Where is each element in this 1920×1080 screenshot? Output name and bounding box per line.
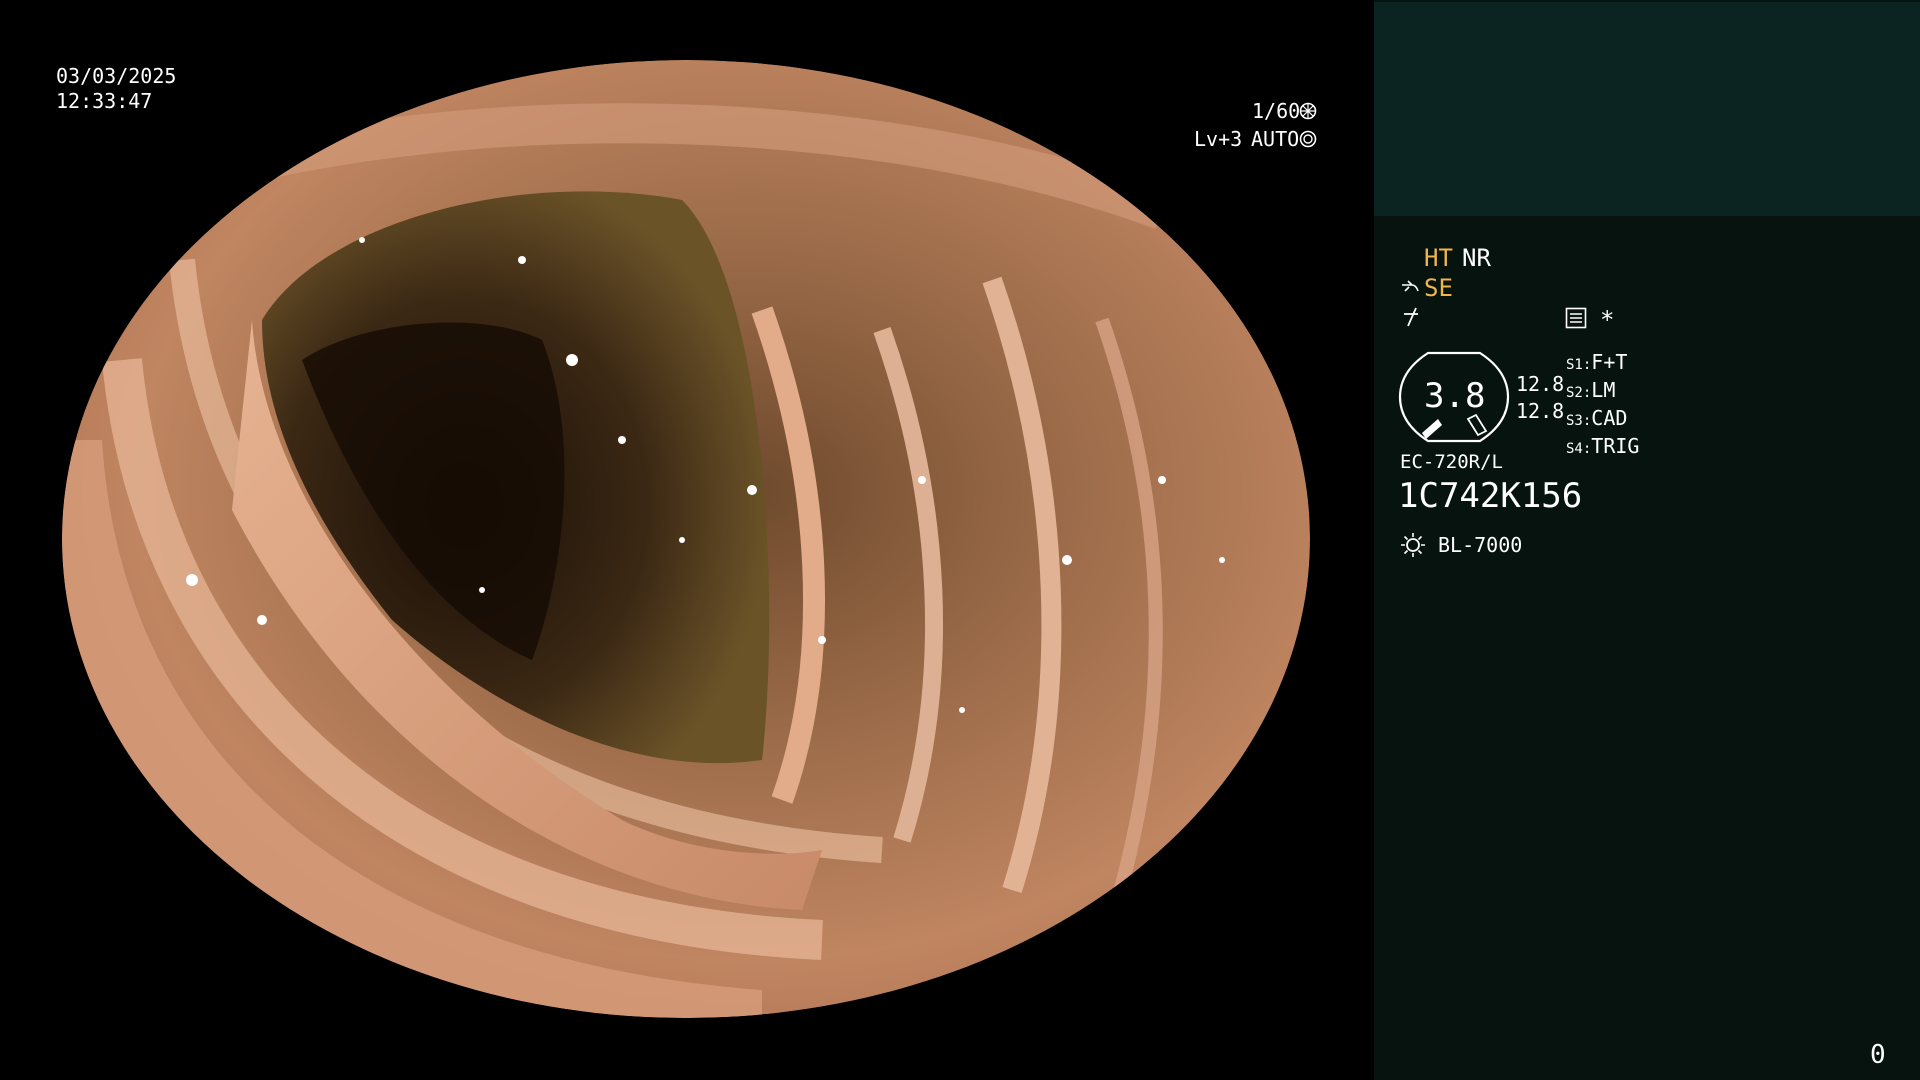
- switch-row-s1: S1:F+T: [1566, 350, 1628, 374]
- switch-row-s4: S4:TRIG: [1566, 434, 1640, 458]
- settings-list-icon: [1565, 307, 1587, 333]
- readout-lower: 12.8: [1516, 399, 1565, 423]
- aperture-icon: [1299, 102, 1317, 124]
- switch-row-s2: S2:LM: [1566, 378, 1616, 402]
- colon-lumen-image: [62, 60, 1310, 1018]
- panel-header-area: [1374, 2, 1920, 216]
- scope-serial: 1C742K156: [1398, 476, 1583, 516]
- switch-value: CAD: [1591, 406, 1628, 430]
- level-readout: Lv+3: [1194, 127, 1243, 151]
- gauge-value: 3.8: [1424, 376, 1486, 416]
- switch-value: TRIG: [1591, 434, 1640, 458]
- switch-row-s3: S3:CAD: [1566, 406, 1628, 430]
- ht-indicator: HT: [1424, 244, 1453, 272]
- iris-mode-readout: AUTO: [1251, 127, 1300, 151]
- time-readout: 12:33:47: [56, 89, 153, 113]
- asterisk-indicator: *: [1600, 306, 1615, 334]
- endoscope-image: [62, 60, 1310, 1018]
- nr-indicator: NR: [1462, 244, 1491, 272]
- image-counter: 0: [1870, 1040, 1886, 1070]
- freeze-icon: [1402, 305, 1422, 333]
- switch-key: S3: [1566, 413, 1583, 429]
- date-readout: 03/03/2025: [56, 64, 177, 88]
- shutter-readout: 1/60: [1252, 99, 1301, 123]
- switch-list: S1:F+T S2:LM S3:CAD S4:TRIG: [1566, 350, 1639, 462]
- switch-key: S1: [1566, 357, 1583, 373]
- lamp-icon: [1400, 532, 1426, 562]
- se-indicator: SE: [1424, 274, 1453, 302]
- switch-key: S4: [1566, 441, 1583, 457]
- light-source: BL-7000: [1438, 533, 1523, 557]
- switch-value: LM: [1591, 378, 1616, 402]
- switch-key: S2: [1566, 385, 1583, 401]
- scope-bend-icon: [1400, 277, 1422, 301]
- readout-upper: 12.8: [1516, 372, 1565, 396]
- scope-model: EC-720R/L: [1400, 451, 1503, 473]
- status-panel: HT NR SE * 3.8 12.8 12.8 S1:F+T S2:LM S3…: [1374, 0, 1920, 1080]
- switch-value: F+T: [1591, 350, 1628, 374]
- auto-iris-icon: [1299, 130, 1317, 152]
